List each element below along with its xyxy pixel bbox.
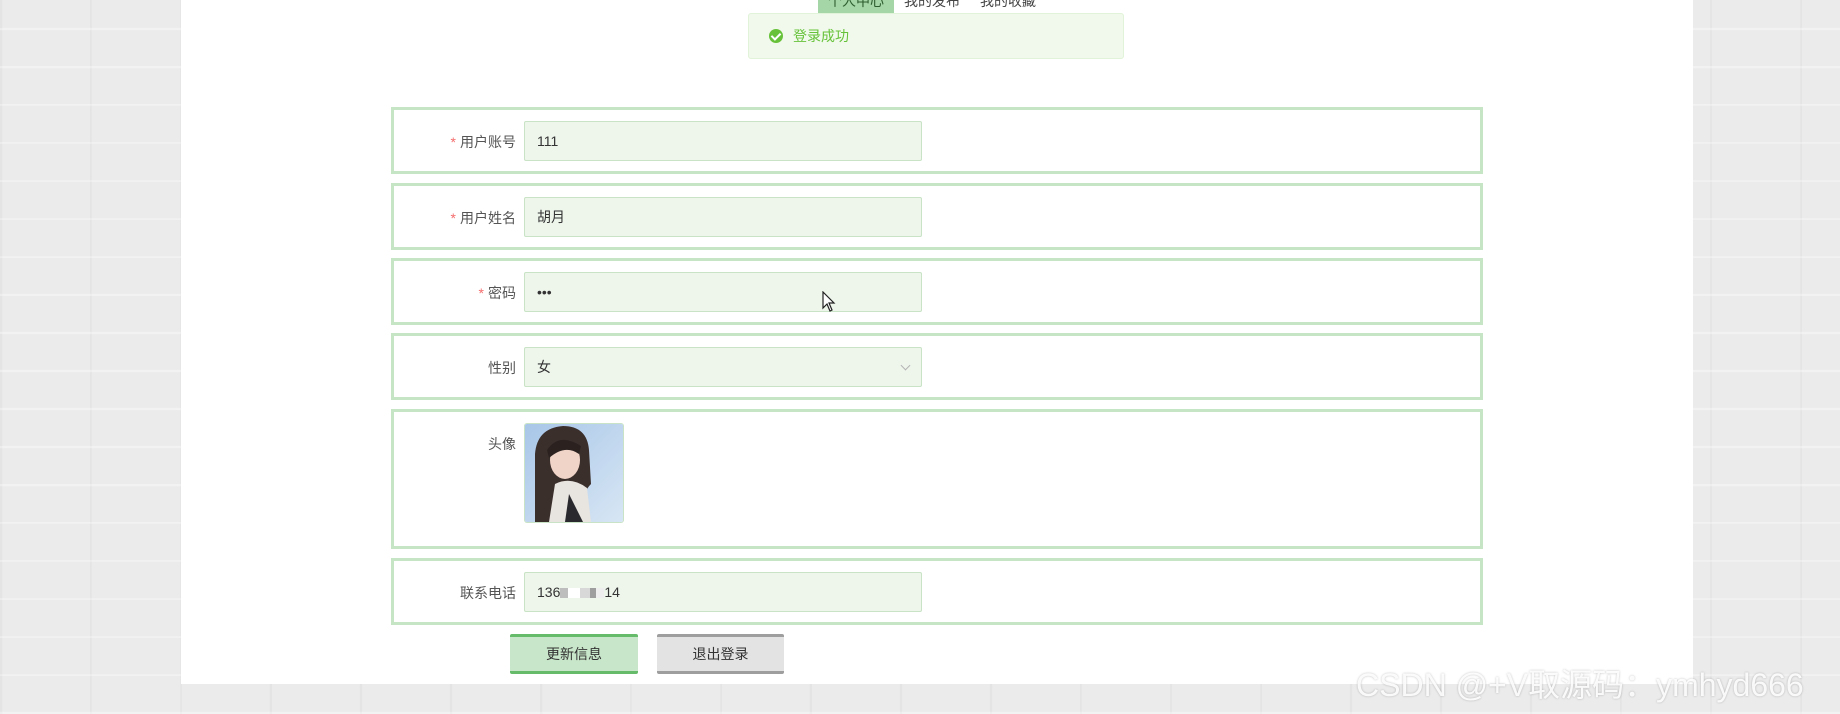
form-row-username: * 用户账号 111 [391,107,1483,174]
success-check-icon [769,29,783,43]
form-row-password: * 密码 ••• [391,258,1483,325]
profile-tabs: 个人中心 我的发布 我的收藏 [818,0,1046,14]
success-toast: 登录成功 [748,13,1124,59]
tab-my-posts[interactable]: 我的发布 [894,0,970,14]
phone-mask [560,588,605,599]
avatar-label: 头像 [488,436,516,452]
username-input[interactable]: 111 [524,121,922,161]
username-label: * 用户账号 [450,134,516,150]
update-button[interactable]: 更新信息 [510,634,638,674]
gender-select[interactable]: 女 [524,347,922,387]
realname-input[interactable]: 胡月 [524,197,922,237]
form-row-avatar: 头像 [391,409,1483,549]
chevron-down-icon [900,360,911,371]
logout-button[interactable]: 退出登录 [657,634,784,674]
form-row-gender: 性别 女 [391,333,1483,400]
gender-value: 女 [537,359,551,375]
phone-suffix: 14 [604,584,620,600]
form-row-phone: 联系电话 136 14 [391,558,1483,625]
password-label: * 密码 [478,285,516,301]
toast-message: 登录成功 [793,28,849,44]
gender-label: 性别 [488,360,516,376]
password-input[interactable]: ••• [524,272,922,312]
phone-label: 联系电话 [460,585,516,601]
phone-input[interactable]: 136 14 [524,572,922,612]
watermark: CSDN @+V取源码：ymhyd666 [1356,667,1804,703]
mouse-cursor-icon [822,291,836,312]
tab-my-favorites[interactable]: 我的收藏 [970,0,1046,14]
phone-prefix: 136 [537,584,561,600]
avatar-photo [525,424,623,522]
form-row-realname: * 用户姓名 胡月 [391,183,1483,250]
tab-personal-center[interactable]: 个人中心 [818,0,894,14]
avatar-image[interactable] [524,423,624,523]
realname-label: * 用户姓名 [450,210,516,226]
